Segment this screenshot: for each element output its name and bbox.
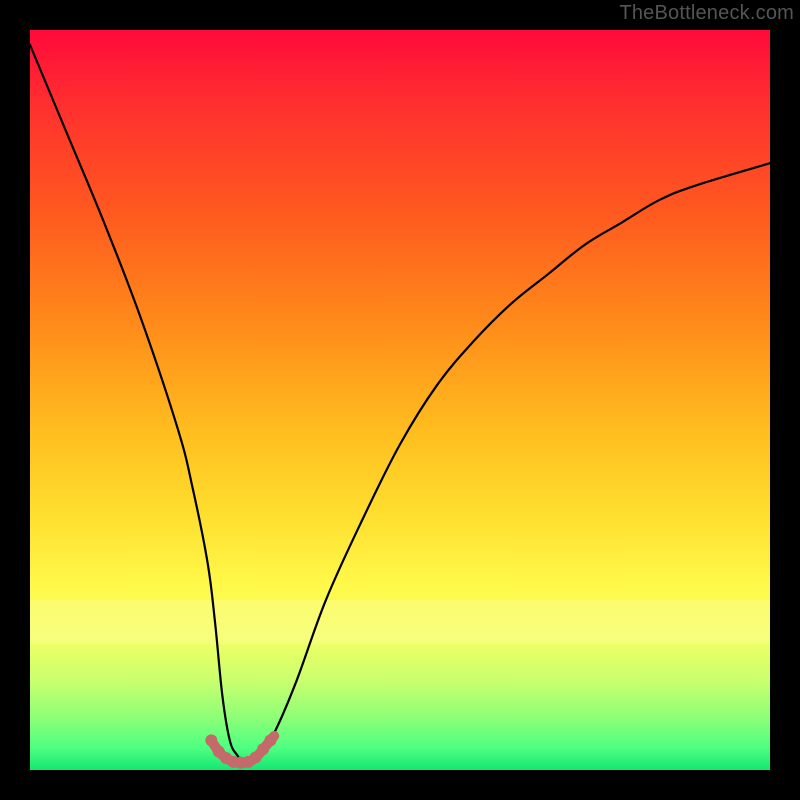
chart-frame: TheBottleneck.com xyxy=(0,0,800,800)
marker-dot xyxy=(205,734,217,746)
bottom-marker-dots xyxy=(205,734,276,768)
chart-svg xyxy=(30,30,770,770)
watermark-text: TheBottleneck.com xyxy=(619,2,794,25)
plot-area xyxy=(30,30,770,770)
marker-dot xyxy=(265,734,277,746)
main-curve xyxy=(30,45,770,764)
